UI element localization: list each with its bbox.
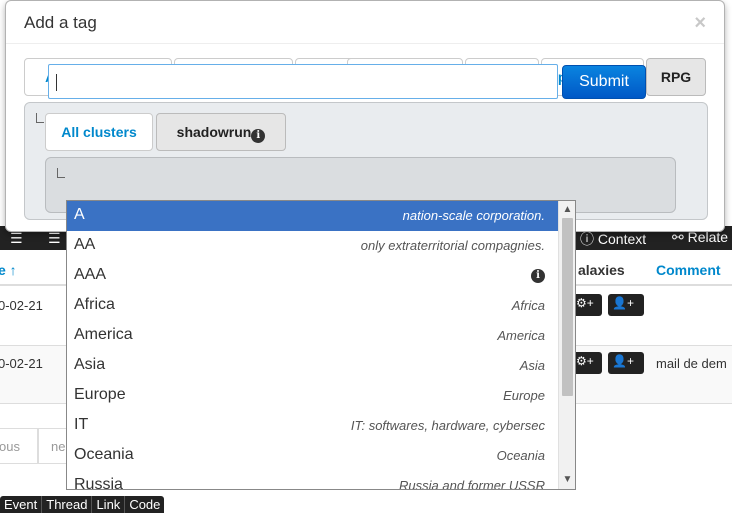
- context-button[interactable]: ⓘ Context: [580, 229, 646, 249]
- scroll-down-icon[interactable]: ▼: [559, 472, 575, 488]
- list-item[interactable]: AA only extraterritorial compagnies.: [67, 231, 559, 261]
- option-label: America: [74, 326, 133, 343]
- option-label: Asia: [74, 356, 106, 373]
- option-description: nation-scale corporation.: [402, 208, 545, 223]
- list-item[interactable]: Europe Europe: [67, 381, 559, 411]
- list-icon[interactable]: ☰: [10, 230, 23, 247]
- option-description: Africa: [511, 298, 545, 313]
- tab-event[interactable]: Event: [0, 496, 43, 513]
- cluster-shadowrun[interactable]: shadowrun i: [156, 113, 286, 151]
- list-item[interactable]: America America: [67, 321, 559, 351]
- comment-column-header[interactable]: Comment: [656, 262, 721, 278]
- list-item[interactable]: Oceania Oceania: [67, 441, 559, 471]
- cluster-shadowrun-label: shadowrun: [176, 124, 252, 140]
- row-date: 0-02-21: [0, 298, 43, 313]
- submit-button[interactable]: Submit: [562, 65, 646, 99]
- list-item[interactable]: Africa Africa: [67, 291, 559, 321]
- option-description: Oceania: [496, 448, 545, 463]
- tab-link[interactable]: Link: [92, 496, 126, 513]
- option-label: AA: [74, 236, 96, 253]
- galaxies-column-header: alaxies: [578, 262, 625, 278]
- add-tag-modal: Add a tag × All namespaces deprecated mi…: [5, 0, 725, 232]
- scroll-thumb[interactable]: [562, 218, 573, 396]
- modal-header: Add a tag ×: [6, 1, 724, 44]
- cluster-all[interactable]: All clusters: [45, 113, 153, 151]
- list-item[interactable]: Asia Asia: [67, 351, 559, 381]
- option-description: Asia: [519, 358, 545, 373]
- option-label: A: [74, 206, 85, 223]
- option-label: Africa: [74, 296, 115, 313]
- option-description: only extraterritorial compagnies.: [360, 238, 545, 253]
- date-column-header[interactable]: e ↑: [0, 262, 17, 278]
- previous-page-link[interactable]: ous: [0, 428, 38, 464]
- tag-search-input[interactable]: [48, 64, 558, 99]
- namespace-rpg[interactable]: RPG: [646, 58, 706, 96]
- tab-thread[interactable]: Thread: [42, 496, 93, 513]
- option-label: IT: [74, 416, 89, 433]
- option-label: Oceania: [74, 446, 134, 463]
- tree-connector: [36, 113, 44, 123]
- context-label: Context: [597, 231, 647, 247]
- tab-code[interactable]: Code: [125, 496, 164, 513]
- bottom-tabs: Event Thread Link Code: [0, 496, 165, 513]
- add-galaxy-button[interactable]: ⚙+: [572, 352, 602, 374]
- text-caret: [56, 74, 57, 91]
- list-item[interactable]: Russia Russia and former USSR: [67, 471, 559, 490]
- row-comment: mail de dem: [656, 356, 727, 371]
- row-date: 0-02-21: [0, 356, 43, 371]
- tag-options-list[interactable]: A nation-scale corporation. AA only extr…: [66, 200, 576, 490]
- scrollbar[interactable]: ▲ ▼: [558, 201, 575, 489]
- option-label: Europe: [74, 386, 126, 403]
- add-galaxy-button[interactable]: ⚙+: [572, 294, 602, 316]
- option-description: Europe: [503, 388, 545, 403]
- tree-connector: [57, 168, 65, 178]
- list-icon[interactable]: ☰: [48, 230, 61, 247]
- option-label: AAA: [74, 266, 107, 283]
- add-user-galaxy-button[interactable]: 👤+: [608, 352, 644, 374]
- list-item[interactable]: AAA i: [67, 261, 559, 291]
- add-user-galaxy-button[interactable]: 👤+: [608, 294, 644, 316]
- option-description: Russia and former USSR: [399, 478, 545, 490]
- list-item[interactable]: IT IT: softwares, hardware, cybersec: [67, 411, 559, 441]
- info-icon: ⓘ: [580, 231, 594, 247]
- modal-title: Add a tag: [24, 13, 97, 32]
- list-item[interactable]: A nation-scale corporation.: [67, 201, 559, 231]
- option-description: America: [497, 328, 545, 343]
- info-icon: i: [251, 129, 266, 143]
- close-icon[interactable]: ×: [694, 13, 706, 33]
- scroll-up-icon[interactable]: ▲: [559, 202, 575, 218]
- info-icon: i: [531, 269, 545, 283]
- option-description: IT: softwares, hardware, cybersec: [350, 418, 545, 433]
- option-label: Russia: [74, 476, 123, 490]
